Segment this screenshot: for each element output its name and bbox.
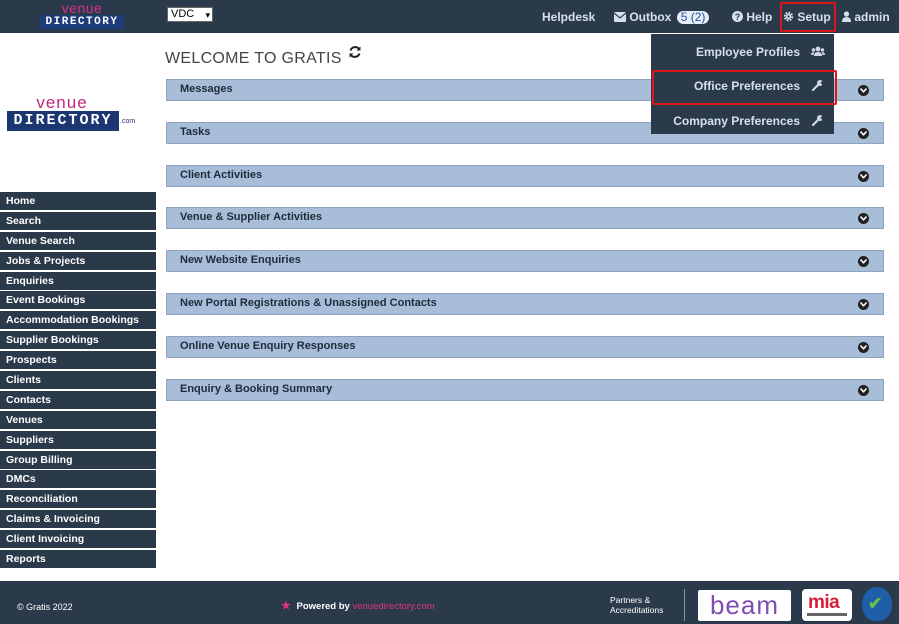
panel-new-portal-registrations[interactable]: New Portal Registrations & Unassigned Co… (166, 292, 884, 315)
chevron-down-circle-icon[interactable] (858, 170, 869, 182)
office-select-value: VDC (171, 8, 195, 20)
certified-badge-icon: ✔ (862, 587, 892, 621)
sidebar-item-dmcs[interactable]: DMCs (0, 470, 156, 489)
side-logo: venue DIRECTORY .com (6, 93, 136, 143)
help-label: Help (746, 10, 773, 24)
sidebar-nav: Home Search Venue Search Jobs & Projects… (0, 192, 156, 570)
nav-help[interactable]: ? Help (732, 9, 772, 25)
mia-logo: mia (802, 589, 852, 621)
menu-item-label: Company Preferences (673, 114, 800, 128)
panel-title: Messages (180, 83, 233, 95)
powered-by-link[interactable]: venuedirectory.com (352, 601, 434, 612)
partners-line-2: Accreditations (610, 604, 664, 615)
chevron-down-circle-icon[interactable] (858, 298, 869, 310)
outbox-label: Outbox (629, 10, 672, 24)
powered-by-label: Powered by (296, 601, 350, 612)
panel-online-venue-enquiry-responses[interactable]: Online Venue Enquiry Responses (166, 335, 884, 358)
sidebar-item-event-bookings[interactable]: Event Bookings (0, 291, 156, 310)
menu-item-label: Employee Profiles (695, 45, 800, 59)
check-icon: ✔ (868, 594, 883, 613)
sidebar-item-supplier-bookings[interactable]: Supplier Bookings (0, 331, 156, 350)
sidebar-item-reports[interactable]: Reports (0, 550, 156, 569)
sidebar-item-search[interactable]: Search (0, 211, 156, 230)
chevron-down-circle-icon[interactable] (858, 127, 869, 139)
setup-highlight-box (780, 2, 836, 32)
panel-venue-supplier-activities[interactable]: Venue & Supplier Activities (166, 207, 884, 230)
panel-title: Online Venue Enquiry Responses (180, 339, 356, 352)
panel-enquiry-booking-summary[interactable]: Enquiry & Booking Summary (166, 378, 884, 401)
office-select[interactable]: VDC ▾ (167, 7, 213, 22)
side-logo-suffix: .com (120, 118, 136, 125)
sidebar-item-prospects[interactable]: Prospects (0, 351, 156, 370)
footer: © Gratis 2022 ★ Powered by venuedirector… (0, 581, 899, 624)
menu-item-company-preferences[interactable]: Company Preferences (651, 106, 834, 136)
mia-logo-underline (807, 613, 847, 616)
sidebar-item-suppliers[interactable]: Suppliers (0, 430, 156, 449)
sidebar-item-reconciliation[interactable]: Reconciliation (0, 490, 156, 509)
admin-label: admin (854, 10, 890, 24)
sidebar-item-enquiries[interactable]: Enquiries (0, 271, 156, 290)
top-navbar: venue DIRECTORY VDC ▾ Helpdesk Outbox 5 … (0, 0, 899, 33)
copyright-text: © Gratis 2022 (17, 602, 73, 612)
svg-text:?: ? (735, 12, 741, 22)
chevron-down-circle-icon[interactable] (858, 384, 869, 396)
sidebar-item-venues[interactable]: Venues (0, 410, 156, 429)
logo-directory-text: DIRECTORY (40, 15, 124, 29)
page-title: WELCOME TO GRATIS (165, 50, 342, 67)
sidebar-item-clients[interactable]: Clients (0, 371, 156, 390)
panel-title: New Website Enquiries (180, 254, 301, 267)
sidebar-item-jobs-projects[interactable]: Jobs & Projects (0, 251, 156, 270)
panel-title: Venue & Supplier Activities (180, 211, 323, 224)
sidebar-item-group-billing[interactable]: Group Billing (0, 450, 156, 469)
menu-item-employee-profiles[interactable]: Employee Profiles (651, 37, 834, 67)
panel-title: Tasks (180, 125, 211, 138)
side-logo-directory-text: DIRECTORY (7, 111, 119, 131)
panel-new-website-enquiries[interactable]: New Website Enquiries (166, 250, 884, 273)
panel-client-activities[interactable]: Client Activities (166, 164, 884, 187)
sidebar-item-client-invoicing[interactable]: Client Invoicing (0, 530, 156, 549)
chevron-down-icon: ▾ (205, 10, 210, 20)
panel-title: New Portal Registrations & Unassigned Co… (180, 296, 437, 309)
nav-admin[interactable]: admin (842, 9, 890, 25)
nav-helpdesk[interactable]: Helpdesk (542, 9, 595, 25)
panel-title: Client Activities (180, 168, 263, 181)
user-icon (842, 11, 851, 22)
logo-venue-text: venue (61, 0, 103, 16)
outbox-count-badge: 5 (2) (676, 11, 710, 24)
footer-divider (684, 589, 685, 621)
powered-by: ★ Powered by venuedirectory.com (281, 599, 435, 612)
wrench-icon (810, 106, 826, 136)
chevron-down-circle-icon[interactable] (858, 213, 869, 225)
panel-title: Enquiry & Booking Summary (180, 382, 333, 395)
envelope-icon (613, 12, 627, 22)
venue-directory-logo[interactable]: venue DIRECTORY (40, 0, 124, 30)
sidebar-item-accommodation-bookings[interactable]: Accommodation Bookings (0, 311, 156, 330)
question-circle-icon: ? (732, 11, 743, 22)
chevron-down-circle-icon[interactable] (858, 341, 869, 353)
chevron-down-circle-icon[interactable] (858, 85, 869, 96)
side-logo-venue-text: venue (36, 93, 88, 112)
refresh-icon[interactable] (348, 45, 362, 63)
mia-logo-text: mia (808, 592, 840, 613)
chevron-down-circle-icon[interactable] (858, 256, 869, 268)
star-icon: ★ (281, 600, 291, 612)
office-preferences-highlight-box (652, 70, 837, 105)
sidebar-item-claims-invoicing[interactable]: Claims & Invoicing (0, 510, 156, 529)
users-icon (810, 37, 826, 67)
nav-outbox[interactable]: Outbox 5 (2) (613, 9, 710, 25)
beam-logo: beam (698, 590, 791, 621)
sidebar-item-contacts[interactable]: Contacts (0, 390, 156, 409)
sidebar-item-home[interactable]: Home (0, 192, 156, 210)
sidebar-item-venue-search[interactable]: Venue Search (0, 231, 156, 250)
partners-label: Partners & Accreditations (610, 595, 664, 615)
